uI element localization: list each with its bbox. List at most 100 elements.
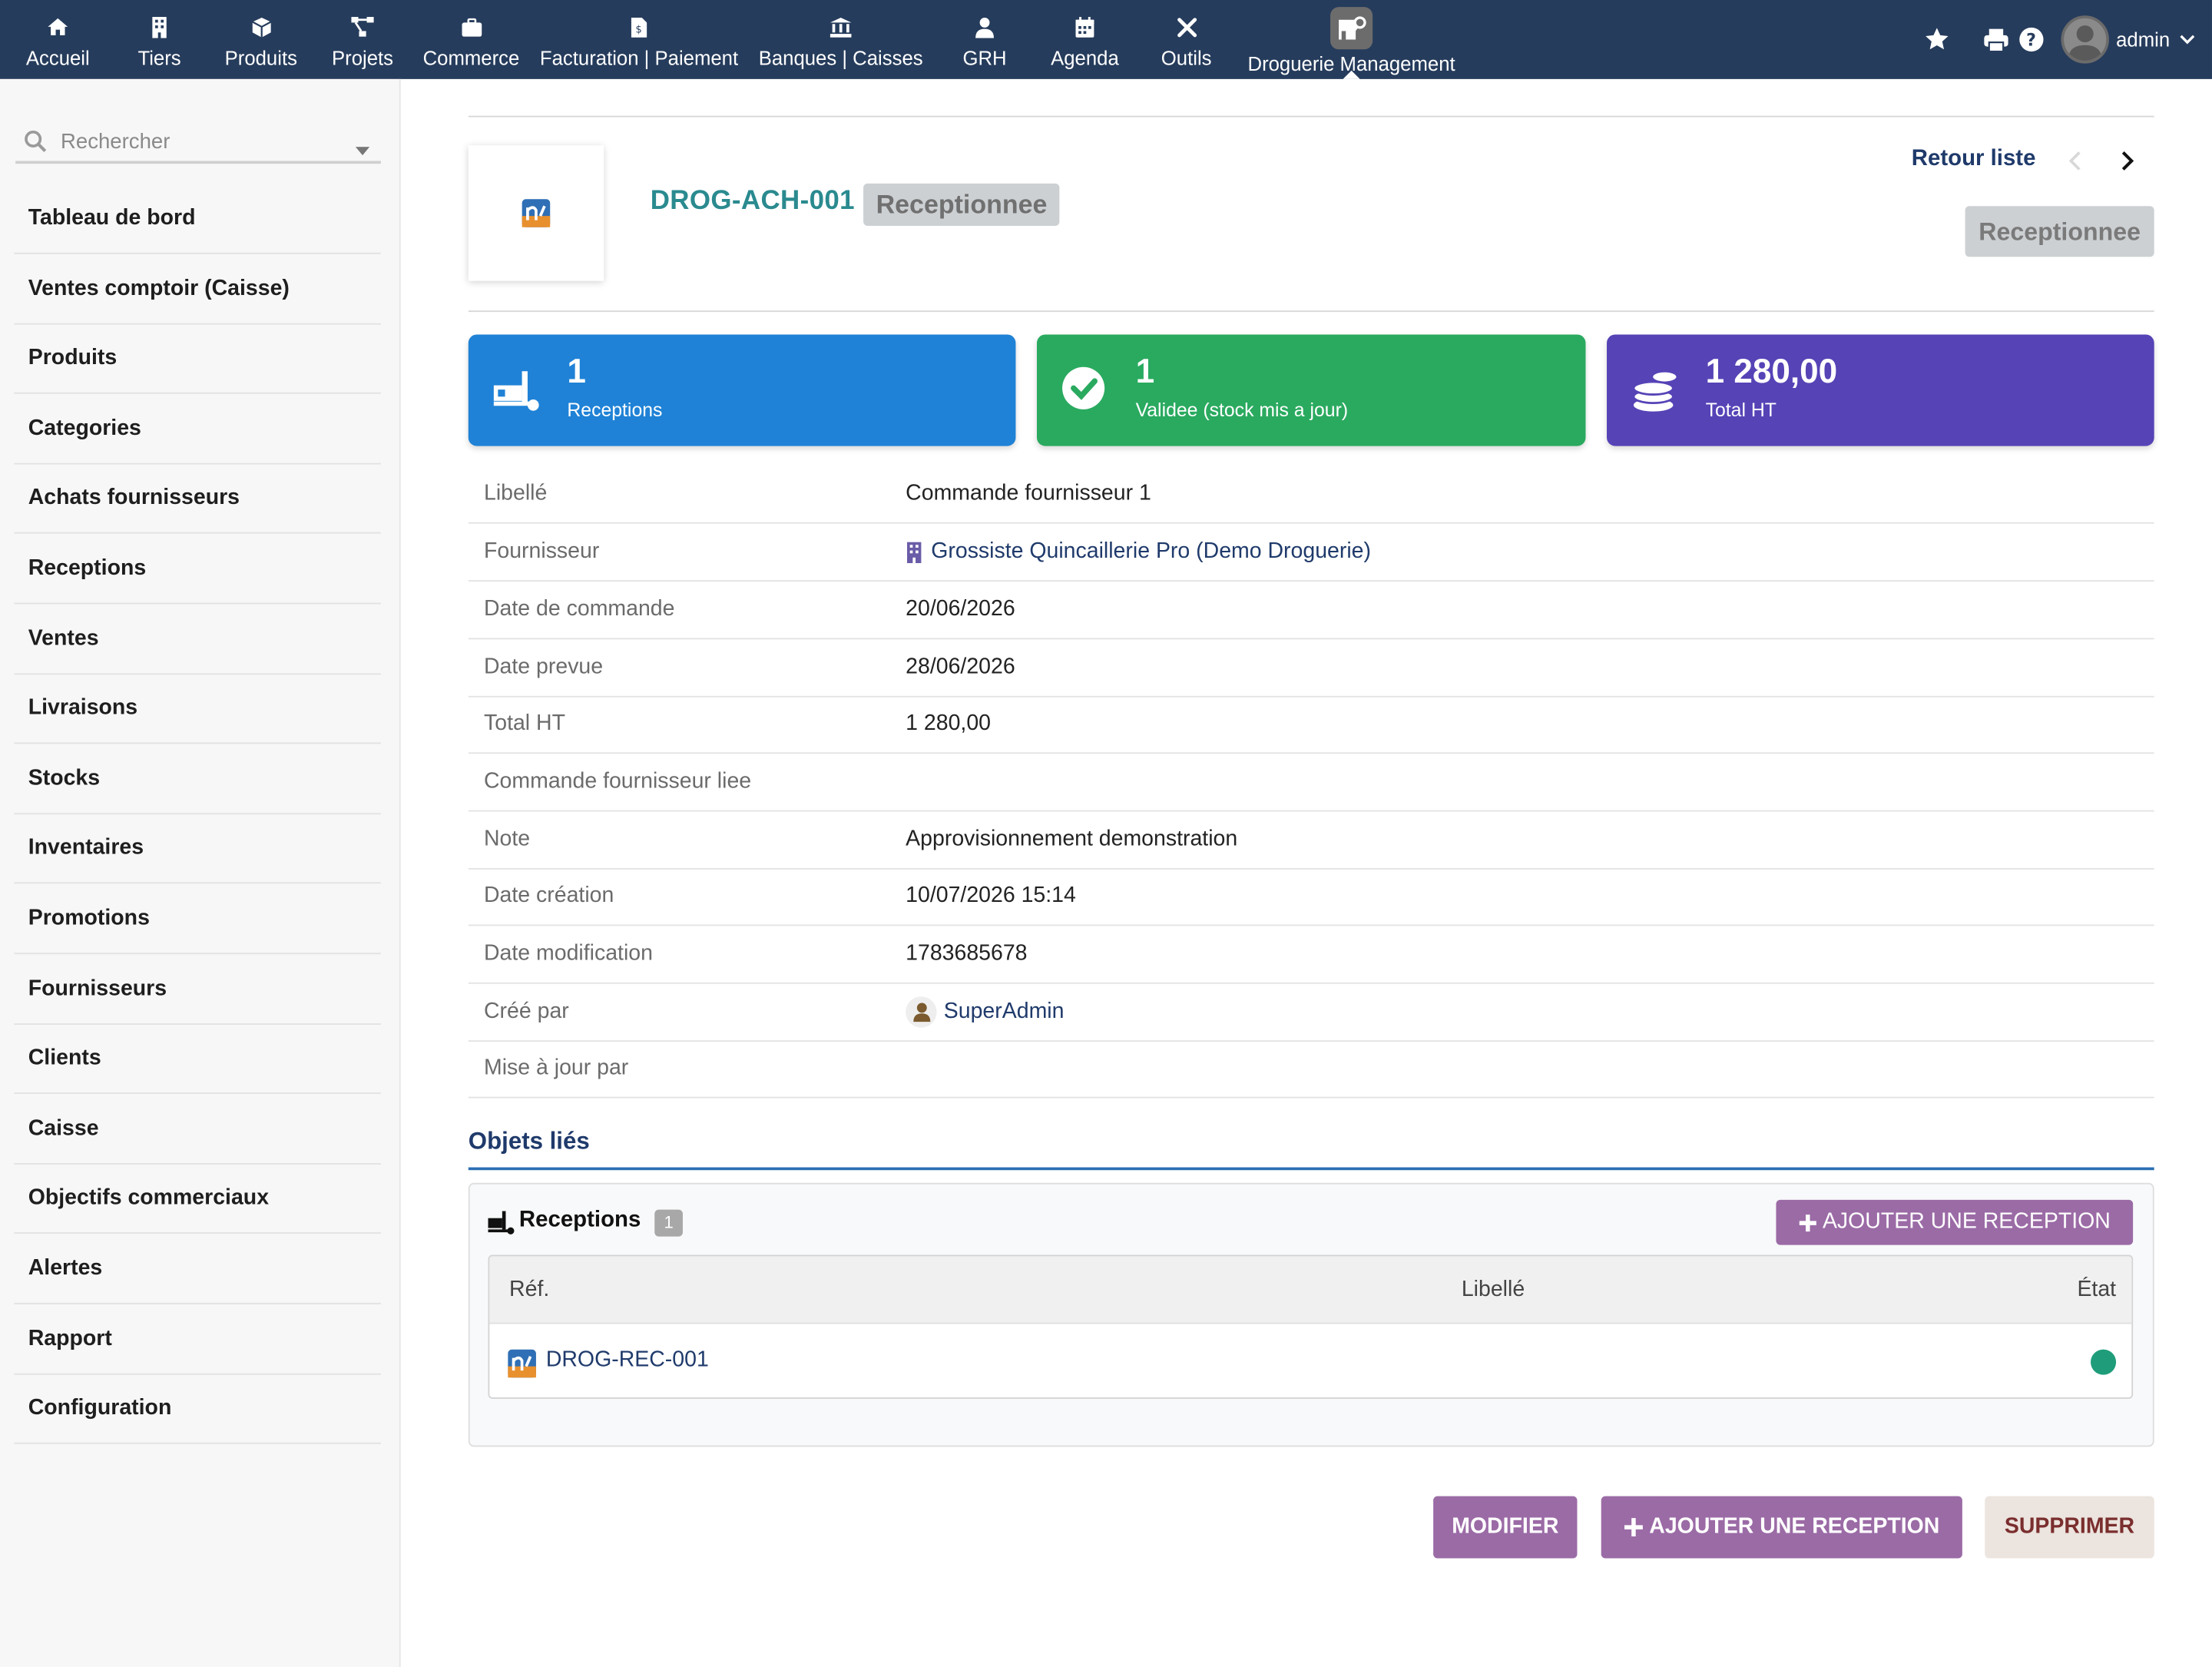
field-row-date-creation: Date création 10/07/2026 15:14 <box>468 868 2154 926</box>
sidebar-item-clients[interactable]: Clients <box>14 1025 381 1095</box>
topnav-commerce[interactable]: Commerce <box>422 0 521 79</box>
topnav-facturation[interactable]: $ Facturation | Paiement <box>538 0 740 79</box>
chevron-down-icon[interactable] <box>2180 34 2195 45</box>
field-value: Commande fournisseur 1 <box>906 481 1151 505</box>
field-value: 28/06/2026 <box>906 655 1015 679</box>
topnav-agenda[interactable]: Agenda <box>1047 0 1123 79</box>
modify-button[interactable]: MODIFIER <box>1433 1496 1578 1559</box>
creator-link[interactable]: SuperAdmin <box>906 984 1064 1040</box>
status-dot <box>2091 1349 2117 1375</box>
sidebar-item-stocks[interactable]: Stocks <box>14 745 381 815</box>
topnav-tiers[interactable]: Tiers <box>134 0 184 79</box>
tools-icon <box>1174 14 1199 39</box>
add-reception-label: AJOUTER UNE RECEPTION <box>1822 1209 2111 1234</box>
field-label: Date création <box>483 883 614 908</box>
sidebar-item-label: Rapport <box>28 1327 112 1351</box>
delete-button[interactable]: SUPPRIMER <box>1985 1496 2154 1559</box>
column-header-ref[interactable]: Réf. <box>509 1278 549 1303</box>
sidebar-item-caisse[interactable]: Caisse <box>14 1095 381 1165</box>
object-logo <box>468 145 604 281</box>
prev-chevron-icon[interactable] <box>2068 150 2082 180</box>
sidebar-item-alertes[interactable]: Alertes <box>14 1235 381 1304</box>
table-header: Réf. Libellé État <box>489 1256 2132 1324</box>
sidebar-item-label: Ventes <box>28 626 99 651</box>
field-value: 1783685678 <box>906 941 1028 966</box>
sidebar-item-label: Achats fournisseurs <box>28 486 240 510</box>
add-reception-button[interactable]: AJOUTER UNE RECEPTION <box>1601 1496 1962 1559</box>
sidebar-item-receptions[interactable]: Receptions <box>14 535 381 605</box>
kpi-label: Validee (stock mis a jour) <box>1135 399 1349 421</box>
coins-icon <box>1629 363 1685 419</box>
topnav-projets[interactable]: Projets <box>330 0 395 79</box>
field-label: Date de commande <box>483 597 675 621</box>
sidebar-item-produits[interactable]: Produits <box>14 325 381 394</box>
sidebar-item-fournisseurs[interactable]: Fournisseurs <box>14 956 381 1025</box>
table-row: DROG-REC-001 <box>489 1324 2131 1398</box>
sidebar-item-label: Promotions <box>28 906 150 930</box>
caret-down-icon[interactable] <box>355 137 370 162</box>
field-label: Mise à jour par <box>483 1056 629 1080</box>
field-row-date-modification: Date modification 1783685678 <box>468 926 2154 984</box>
field-row-total-ht: Total HT 1 280,00 <box>468 696 2154 754</box>
sidebar-item-achats-fournisseurs[interactable]: Achats fournisseurs <box>14 465 381 534</box>
top-navbar: Accueil Tiers Produits Projets Commerce <box>0 0 2212 79</box>
next-chevron-icon[interactable] <box>2121 150 2134 180</box>
check-circle-icon <box>1059 363 1115 419</box>
sidebar-item-objectifs[interactable]: Objectifs commerciaux <box>14 1165 381 1234</box>
kpi-receptions: 1 Receptions <box>468 334 1016 446</box>
field-row-commande-liee: Commande fournisseur liee <box>468 754 2154 812</box>
sidebar-item-label: Categories <box>28 416 141 441</box>
sidebar-item-promotions[interactable]: Promotions <box>14 885 381 955</box>
supplier-name[interactable]: Grossiste Quincaillerie Pro (Demo Drogue… <box>931 524 1371 580</box>
sidebar-item-ventes[interactable]: Ventes <box>14 605 381 675</box>
sidebar-item-label: Clients <box>28 1046 101 1070</box>
avatar[interactable] <box>2061 15 2109 64</box>
topnav-label: Produits <box>224 46 297 70</box>
field-label: Commande fournisseur liee <box>483 769 752 794</box>
field-label: Libellé <box>483 481 548 505</box>
field-row-note: Note Approvisionnement demonstration <box>468 812 2154 870</box>
sidebar-item-label: Inventaires <box>28 835 144 860</box>
sidebar-item-livraisons[interactable]: Livraisons <box>14 674 381 744</box>
print-icon[interactable] <box>1981 24 2012 55</box>
topnav-label: Agenda <box>1051 46 1119 70</box>
sidebar-item-tableau-de-bord[interactable]: Tableau de bord <box>14 185 381 254</box>
receptions-count-badge: 1 <box>654 1209 683 1237</box>
add-reception-button-top[interactable]: AJOUTER UNE RECEPTION <box>1776 1199 2134 1245</box>
topnav-outils[interactable]: Outils <box>1157 0 1216 79</box>
topnav-droguerie[interactable]: Droguerie Management <box>1244 0 1459 79</box>
topnav-banques[interactable]: Banques | Caisses <box>756 0 925 79</box>
kpi-value: 1 <box>567 353 586 391</box>
sidebar-item-categories[interactable]: Categories <box>14 395 381 465</box>
sidebar-item-rapport[interactable]: Rapport <box>14 1306 381 1375</box>
building-icon <box>907 541 922 563</box>
sidebar-search[interactable]: Rechercher <box>15 121 381 164</box>
sidebar-item-configuration[interactable]: Configuration <box>14 1375 381 1444</box>
bookmark-star-icon[interactable] <box>1922 24 1952 55</box>
column-header-etat[interactable]: État <box>2077 1278 2116 1303</box>
topnav-accueil[interactable]: Accueil <box>24 0 91 79</box>
sidebar-item-ventes-comptoir[interactable]: Ventes comptoir (Caisse) <box>14 256 381 325</box>
help-icon[interactable]: ? <box>2016 24 2047 55</box>
topnav-label: Facturation | Paiement <box>539 46 739 70</box>
sidebar-item-inventaires[interactable]: Inventaires <box>14 814 381 884</box>
sidebar-item-label: Receptions <box>28 555 147 581</box>
status-button[interactable]: Receptionnee <box>1965 206 2154 257</box>
active-indicator <box>1343 70 1360 79</box>
kpi-value: 1 280,00 <box>1705 353 1838 391</box>
field-value: 20/06/2026 <box>906 597 1015 621</box>
supplier-link[interactable]: Grossiste Quincaillerie Pro (Demo Drogue… <box>906 524 1371 580</box>
topnav-grh[interactable]: GRH <box>959 0 1010 79</box>
dolly-icon <box>487 1210 518 1242</box>
add-reception-label: AJOUTER UNE RECEPTION <box>1649 1514 1940 1539</box>
topnav-label: GRH <box>962 46 1007 70</box>
creator-name[interactable]: SuperAdmin <box>944 984 1065 1040</box>
project-icon <box>350 14 376 39</box>
topnav-produits[interactable]: Produits <box>223 0 299 79</box>
user-name[interactable]: admin <box>2116 28 2170 51</box>
column-header-libelle[interactable]: Libellé <box>1462 1278 1525 1303</box>
field-value: 1 280,00 <box>906 711 992 736</box>
reception-ref-link[interactable]: DROG-REC-001 <box>546 1348 709 1374</box>
sidebar-item-label: Objectifs commerciaux <box>28 1185 270 1210</box>
back-to-list-link[interactable]: Retour liste <box>1912 147 2036 172</box>
